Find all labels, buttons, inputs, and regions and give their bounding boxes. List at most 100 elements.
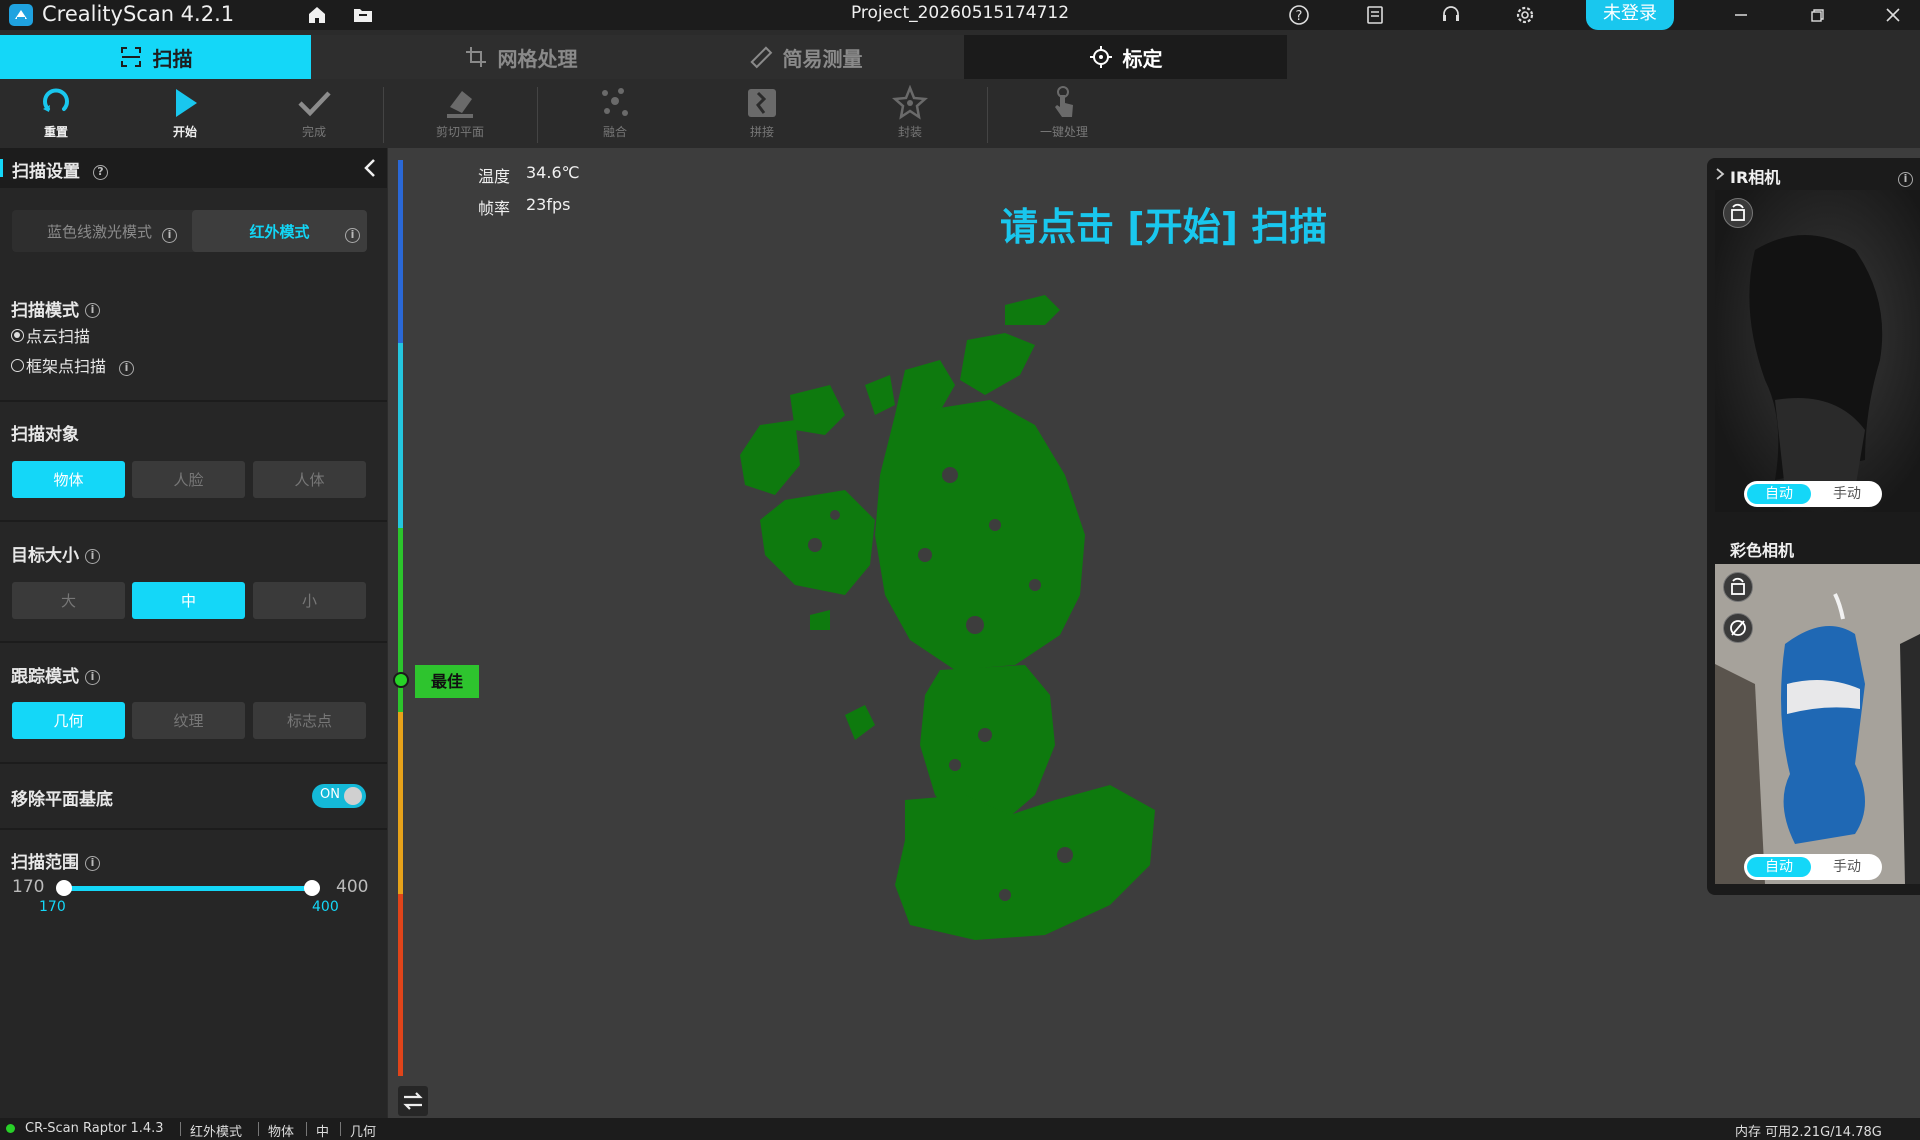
support-headset-icon[interactable] [1438, 2, 1464, 28]
color-auto-option[interactable]: 自动 [1747, 857, 1811, 877]
mesh-star-icon [892, 85, 928, 120]
blue-laser-info-icon[interactable]: i [162, 223, 177, 243]
color-rotate-button[interactable] [1723, 572, 1753, 602]
tab-simple-measure-label: 简易测量 [782, 46, 863, 71]
scan-range-high-handle[interactable] [304, 880, 320, 896]
object-option-item[interactable]: 物体 [12, 461, 125, 498]
infrared-info-icon[interactable]: i [345, 223, 360, 243]
tab-scan[interactable]: 扫描 [0, 35, 311, 79]
tracking-option-marker-label: 标志点 [286, 712, 332, 730]
distance-gauge-far [398, 712, 403, 894]
one-click-process-button[interactable]: 一键处理 [1014, 79, 1114, 148]
ir-manual-option[interactable]: 手动 [1816, 484, 1878, 504]
scan-settings-panel: 扫描设置 ? 蓝色线激光模式 i 红外模式 i 扫描模式 i 点云扫描 框架点扫… [0, 148, 387, 1118]
reset-button[interactable]: 重置 [6, 79, 106, 148]
cut-plane-button[interactable]: 剪切平面 [410, 79, 510, 148]
radio-frame-point-scan[interactable]: 框架点扫描 [11, 353, 106, 377]
minimize-icon[interactable] [1728, 2, 1754, 28]
section-divider [0, 828, 387, 830]
size-option-small-label: 小 [301, 592, 317, 610]
panel-help-icon[interactable]: ? [93, 160, 108, 180]
folder-icon[interactable] [350, 2, 376, 28]
target-size-label: 目标大小 [11, 546, 79, 566]
ir-camera-info-icon[interactable]: i [1898, 167, 1913, 187]
notes-icon[interactable] [1362, 2, 1388, 28]
toolbar: 重置 开始 完成 剪切平面 融合 拼接 封装 一键处理 [0, 79, 1920, 148]
swap-arrows-icon [403, 1092, 423, 1110]
status-size: 中 [316, 1125, 330, 1140]
collapse-chevron-icon[interactable] [362, 158, 378, 178]
fps-value: 23fps [526, 195, 571, 214]
toggle-state-text: ON [320, 787, 340, 802]
start-button[interactable]: 开始 [135, 79, 235, 148]
size-option-large[interactable]: 大 [12, 582, 125, 619]
blue-laser-mode-button[interactable]: 蓝色线激光模式 [12, 210, 187, 252]
scan-range-slider-track[interactable] [64, 886, 312, 891]
scan-frame-icon [120, 47, 141, 67]
color-manual-option[interactable]: 手动 [1816, 857, 1878, 877]
distance-gauge-too-far [398, 894, 403, 1076]
stitch-button[interactable]: 拼接 [712, 79, 812, 148]
status-device: CR-Scan Raptor 1.4.3 [25, 1121, 164, 1136]
ir-camera-title: IR相机 [1730, 168, 1781, 187]
tap-hand-icon [1055, 86, 1073, 117]
target-size-info-icon[interactable]: i [85, 544, 100, 564]
tab-mesh-processing[interactable]: 网格处理 [365, 35, 676, 79]
close-icon[interactable] [1880, 2, 1906, 28]
settings-gear-icon[interactable] [1512, 2, 1538, 28]
distance-best-tag: 最佳 [415, 665, 479, 698]
tracking-option-geometry[interactable]: 几何 [12, 702, 125, 739]
frame-point-info-icon[interactable]: i [119, 356, 134, 376]
object-option-body-label: 人体 [294, 471, 325, 489]
color-exposure-toggle[interactable]: 自动 手动 [1744, 854, 1882, 880]
status-separator [180, 1122, 181, 1136]
home-icon[interactable] [304, 2, 330, 28]
object-option-face[interactable]: 人脸 [132, 461, 245, 498]
size-option-small[interactable]: 小 [253, 582, 366, 619]
eraser-icon [447, 91, 473, 118]
ir-camera-preview [1715, 190, 1920, 512]
panel-accent-bar [0, 159, 3, 177]
infrared-mode-button[interactable]: 红外模式 [192, 210, 367, 252]
ir-rotate-button[interactable] [1723, 198, 1753, 228]
color-flash-off-button[interactable] [1723, 613, 1753, 643]
color-camera-title: 彩色相机 [1730, 541, 1795, 560]
size-option-medium[interactable]: 中 [132, 582, 245, 619]
tracking-option-texture[interactable]: 纹理 [132, 702, 245, 739]
module-tab-bar: 扫描 网格处理 简易测量 标定 [0, 35, 1287, 79]
point-cloud-render [740, 295, 1155, 940]
scan-range-low-handle[interactable] [56, 880, 72, 896]
encapsulate-button[interactable]: 封装 [860, 79, 960, 148]
swap-view-button[interactable] [398, 1086, 428, 1116]
restore-icon[interactable] [1804, 2, 1830, 28]
remove-plane-label: 移除平面基底 [11, 790, 113, 810]
ruler-icon [749, 46, 772, 69]
tab-simple-measure[interactable]: 简易测量 [650, 35, 961, 79]
ir-auto-option[interactable]: 自动 [1747, 484, 1811, 504]
object-option-body[interactable]: 人体 [253, 461, 366, 498]
stitch-icon [748, 89, 776, 117]
status-mode: 红外模式 [190, 1125, 243, 1140]
title-bar: CrealityScan 4.2.1 Project_2026051517471… [0, 0, 1920, 30]
finish-button[interactable]: 完成 [264, 79, 364, 148]
tracking-option-marker[interactable]: 标志点 [253, 702, 366, 739]
range-high-value: 400 [312, 899, 339, 915]
remove-plane-toggle[interactable]: ON [312, 784, 366, 808]
login-button[interactable]: 未登录 [1586, 0, 1674, 30]
scan-range-info-icon[interactable]: i [85, 851, 100, 871]
distance-gauge-too-close [398, 160, 403, 343]
radio-point-cloud-scan[interactable]: 点云扫描 [11, 323, 90, 347]
expand-chevron-icon[interactable] [1715, 167, 1725, 181]
rotate-icon [1731, 203, 1745, 221]
fuse-button[interactable]: 融合 [565, 79, 665, 148]
scan-prompt: 请点击 [开始] 扫描 [1000, 205, 1328, 249]
help-icon[interactable]: ? [1286, 2, 1312, 28]
cut-plane-label: 剪切平面 [435, 125, 484, 139]
tracking-mode-info-icon[interactable]: i [85, 665, 100, 685]
ir-exposure-toggle[interactable]: 自动 手动 [1744, 481, 1882, 507]
scan-mode-info-icon[interactable]: i [85, 298, 100, 318]
crosshair-icon [1089, 46, 1112, 68]
tab-calibration[interactable]: 标定 [964, 35, 1287, 79]
status-tracking: 几何 [350, 1125, 377, 1140]
scan-object-label: 扫描对象 [11, 425, 79, 445]
